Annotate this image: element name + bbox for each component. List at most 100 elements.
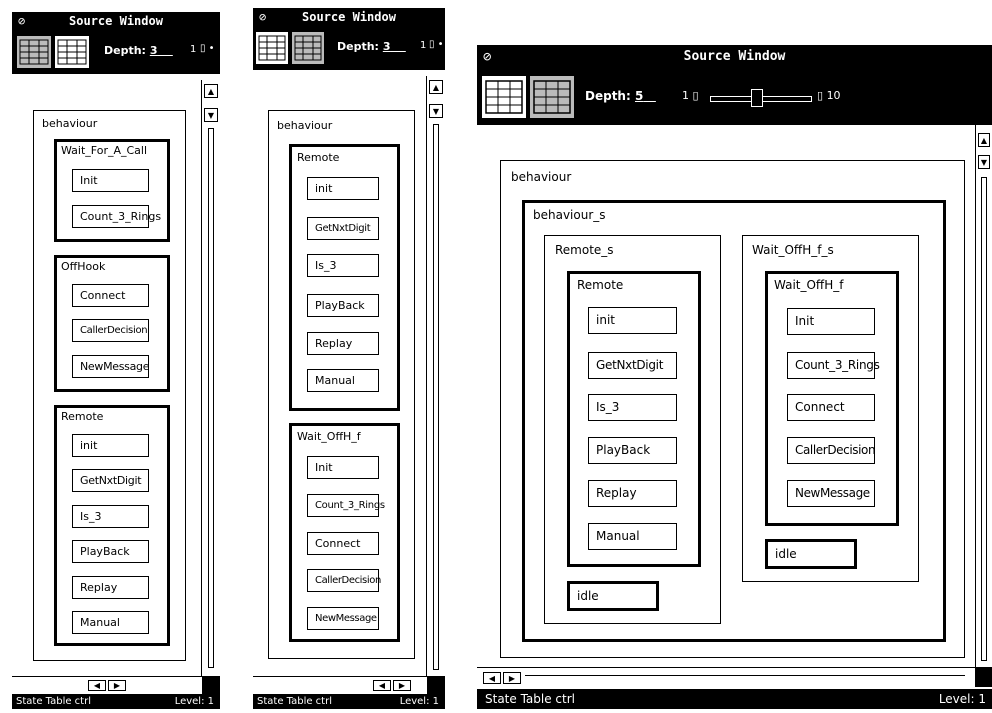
- state-init[interactable]: init: [588, 307, 677, 334]
- vertical-scrollbar[interactable]: ▲ ▼: [426, 76, 445, 676]
- state-get-nxt-digit[interactable]: GetNxtDigit: [307, 217, 379, 240]
- state-count-3-rings[interactable]: Count_3_Rings: [307, 494, 385, 517]
- state-caller-decision[interactable]: CallerDecision: [307, 569, 381, 592]
- state-is-3[interactable]: Is_3: [72, 505, 149, 528]
- title-bar[interactable]: ⊘ Source Window: [253, 8, 445, 26]
- source-window-3: ⊘ Source Window Depth: 5 1 ▯ ▯ 10 behavi…: [477, 45, 992, 709]
- vertical-scrollbar[interactable]: ▲ ▼: [201, 80, 220, 676]
- scroll-right-icon[interactable]: ▶: [108, 680, 126, 691]
- state-idle-right[interactable]: idle: [765, 539, 857, 569]
- state-connect[interactable]: Connect: [787, 394, 875, 421]
- scroll-down-icon[interactable]: ▼: [204, 108, 218, 122]
- scroll-right-icon[interactable]: ▶: [393, 680, 411, 691]
- state-get-nxt-digit[interactable]: GetNxtDigit: [72, 469, 149, 492]
- state-replay[interactable]: Replay: [588, 480, 677, 507]
- depth-slider-min: 1: [420, 40, 427, 51]
- diagram-canvas: behaviour Wait_For_A_Call Init Count_3_R…: [12, 80, 209, 677]
- depth-slider[interactable]: ▯ •: [429, 39, 444, 50]
- horizontal-scrollbar[interactable]: ◀ ▶: [12, 676, 202, 694]
- state-manual[interactable]: Manual: [72, 611, 149, 634]
- scroll-left-icon[interactable]: ◀: [373, 680, 391, 691]
- state-caller-decision[interactable]: CallerDecision: [787, 437, 876, 464]
- state-playback[interactable]: PlayBack: [307, 294, 379, 317]
- scroll-down-icon[interactable]: ▼: [429, 104, 443, 118]
- state-is-3[interactable]: Is_3: [307, 254, 379, 277]
- depth-label: Depth: 3: [337, 40, 391, 53]
- state-connect[interactable]: Connect: [72, 284, 149, 307]
- depth-slider-thumb[interactable]: [750, 89, 763, 107]
- scroll-up-icon[interactable]: ▲: [429, 80, 443, 94]
- level-indicator: Level: 1: [399, 696, 439, 707]
- remote-label: Remote: [297, 151, 340, 164]
- source-window-2: ⊘ Source Window Depth: 3 1 ▯ • behaviour…: [253, 8, 445, 709]
- toolbar: Depth: 5 1 ▯ ▯ 10: [477, 69, 992, 125]
- state-caller-decision[interactable]: CallerDecision: [72, 319, 149, 342]
- scroll-up-icon[interactable]: ▲: [204, 84, 218, 98]
- state-new-message[interactable]: NewMessage: [787, 480, 875, 507]
- state-new-message[interactable]: NewMessage: [307, 607, 379, 630]
- scroll-right-icon[interactable]: ▶: [503, 672, 521, 684]
- status-bar: State Table ctrl Level: 1: [253, 694, 445, 709]
- depth-label: Depth: 5: [585, 89, 644, 103]
- scrollbar-corner: [975, 667, 992, 687]
- status-text: State Table ctrl: [257, 696, 332, 707]
- window-title: Source Window: [69, 14, 163, 28]
- state-playback[interactable]: PlayBack: [72, 540, 149, 563]
- scroll-track[interactable]: [981, 177, 987, 661]
- state-init[interactable]: init: [307, 177, 379, 200]
- vertical-scrollbar[interactable]: ▲ ▼: [975, 125, 992, 667]
- scroll-left-icon[interactable]: ◀: [88, 680, 106, 691]
- remote-label: Remote: [577, 278, 624, 292]
- state-manual[interactable]: Manual: [588, 523, 677, 550]
- status-text: State Table ctrl: [16, 696, 91, 707]
- horizontal-scrollbar[interactable]: ◀ ▶: [253, 676, 427, 694]
- depth-slider-min: 1 ▯: [682, 89, 699, 102]
- state-new-message[interactable]: NewMessage: [72, 355, 150, 378]
- toolbar: Depth: 3 1 ▯ •: [253, 26, 445, 70]
- state-init[interactable]: Init: [72, 169, 149, 192]
- window-menu-icon[interactable]: ⊘: [18, 12, 25, 30]
- offhook-label: OffHook: [61, 260, 106, 273]
- title-bar[interactable]: ⊘ Source Window: [12, 12, 220, 30]
- state-table-view-icon[interactable]: [481, 75, 527, 119]
- level-indicator: Level: 1: [938, 692, 986, 706]
- depth-slider[interactable]: ▯ •: [200, 43, 215, 54]
- scroll-up-icon[interactable]: ▲: [978, 133, 990, 147]
- scroll-track[interactable]: [433, 124, 439, 670]
- scrollbar-corner: [427, 676, 445, 694]
- scroll-track[interactable]: [208, 128, 214, 668]
- state-is-3[interactable]: Is_3: [588, 394, 677, 421]
- state-count-3-rings[interactable]: Count_3_Rings: [787, 352, 880, 379]
- state-count-3-rings[interactable]: Count_3_Rings: [72, 205, 161, 228]
- window-menu-icon[interactable]: ⊘: [259, 8, 266, 26]
- window-menu-icon[interactable]: ⊘: [483, 45, 491, 69]
- scroll-left-icon[interactable]: ◀: [483, 672, 501, 684]
- status-bar: State Table ctrl Level: 1: [12, 694, 220, 709]
- state-init-lower[interactable]: init: [72, 434, 149, 457]
- state-manual[interactable]: Manual: [307, 369, 379, 392]
- scroll-track-horizontal[interactable]: [525, 675, 965, 680]
- title-bar[interactable]: ⊘ Source Window: [477, 45, 992, 69]
- state-init-lower[interactable]: Init: [307, 456, 379, 479]
- state-table-view-icon[interactable]: [255, 31, 289, 65]
- state-get-nxt-digit[interactable]: GetNxtDigit: [588, 352, 677, 379]
- behaviour-label: behaviour: [42, 117, 98, 130]
- hierarchy-view-icon[interactable]: [291, 31, 325, 65]
- horizontal-scrollbar[interactable]: ◀ ▶: [477, 667, 975, 687]
- hierarchy-view-icon[interactable]: [529, 75, 575, 119]
- remote-s-label: Remote_s: [555, 243, 614, 257]
- window-title: Source Window: [683, 49, 786, 64]
- state-replay[interactable]: Replay: [307, 332, 379, 355]
- state-playback[interactable]: PlayBack: [588, 437, 677, 464]
- state-replay[interactable]: Replay: [72, 576, 149, 599]
- state-init-right[interactable]: Init: [787, 308, 875, 335]
- state-connect[interactable]: Connect: [307, 532, 379, 555]
- source-window-1: ⊘ Source Window Depth: 3 1 ▯ • behaviour…: [12, 12, 220, 709]
- state-table-view-icon[interactable]: [16, 35, 52, 69]
- scroll-down-icon[interactable]: ▼: [978, 155, 990, 169]
- state-idle-left[interactable]: idle: [567, 581, 659, 611]
- toolbar: Depth: 3 1 ▯ •: [12, 30, 220, 74]
- scrollbar-corner: [202, 676, 220, 694]
- window-title: Source Window: [302, 10, 396, 24]
- hierarchy-view-icon[interactable]: [54, 35, 90, 69]
